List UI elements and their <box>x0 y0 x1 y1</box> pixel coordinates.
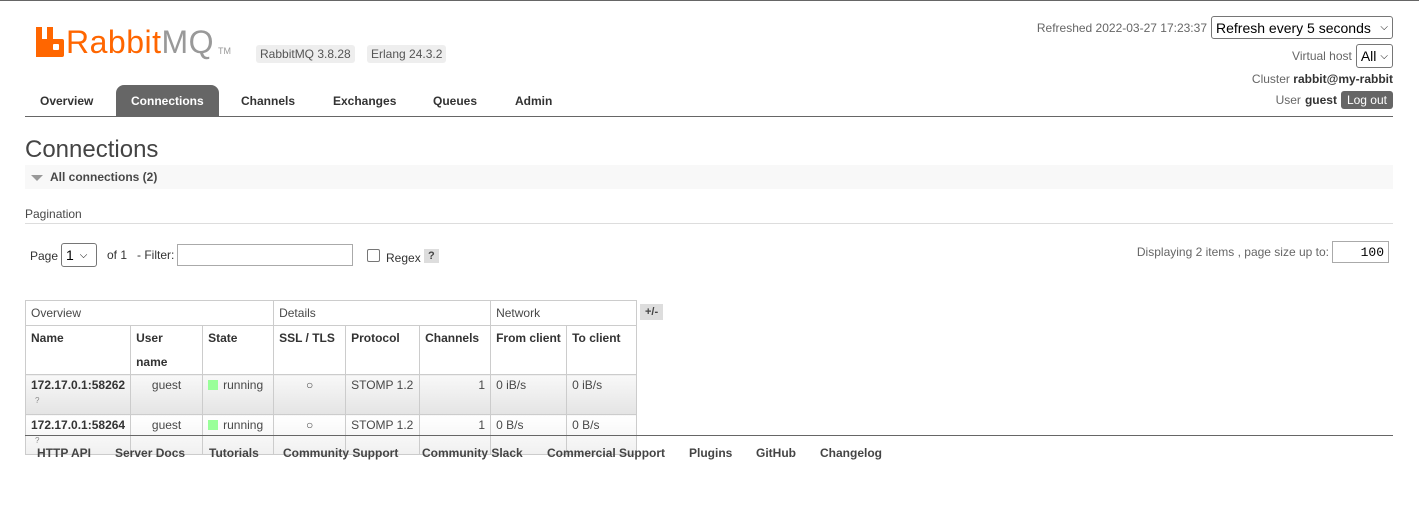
main-nav: Overview Connections Channels Exchanges … <box>25 85 1393 117</box>
tab-queues[interactable]: Queues <box>418 85 492 116</box>
tab-channels[interactable]: Channels <box>226 85 310 116</box>
column-header-ssl-tls[interactable]: SSL / TLS <box>273 325 347 375</box>
table-row: 172.17.0.1:58262 ? guest running ○ STOMP… <box>24 374 638 415</box>
column-header-state[interactable]: State <box>202 325 275 375</box>
page-select[interactable]: 1 ⌵ <box>61 243 97 267</box>
rabbitmq-logo-icon <box>36 27 64 57</box>
group-overview: Overview <box>24 300 275 326</box>
column-header-protocol[interactable]: Protocol <box>345 325 421 375</box>
connections-table: Overview Details Network Name User name … <box>24 300 638 455</box>
footer-link-tutorials[interactable]: Tutorials <box>209 446 259 460</box>
footer-link-github[interactable]: GitHub <box>756 446 796 460</box>
chevron-down-icon: ⌵ <box>1380 50 1388 62</box>
cluster-label: Cluster <box>1251 72 1290 86</box>
state-cell: running <box>202 374 275 415</box>
erlang-version-badge: Erlang 24.3.2 <box>367 45 447 63</box>
to-client-cell: 0 iB/s <box>566 374 638 415</box>
virtual-host-row: Virtual host All ⌵ <box>1292 44 1393 68</box>
user-name-cell: guest <box>130 374 204 415</box>
footer-link-commercial-support[interactable]: Commercial Support <box>547 446 665 460</box>
page-count-label: of 1 <box>107 248 128 262</box>
protocol-cell: STOMP 1.2 <box>345 374 421 415</box>
ssl-tls-cell: ○ <box>273 374 347 415</box>
page-label: Page <box>30 249 59 263</box>
refreshed-timestamp: Refreshed 2022-03-27 17:23:37 <box>1036 20 1207 35</box>
group-network: Network <box>490 300 638 326</box>
footer-link-http-api[interactable]: HTTP API <box>37 446 91 460</box>
column-header-from-client[interactable]: From client <box>490 325 568 375</box>
logo-wordmark: RabbitMQ <box>66 24 215 60</box>
page-title: Connections <box>25 136 159 163</box>
displaying-items-label: Displaying 2 items , page size up to: <box>1136 245 1329 259</box>
regex-checkbox[interactable] <box>367 249 380 262</box>
column-header-name[interactable]: Name <box>24 325 132 375</box>
chevron-down-icon: ⌵ <box>1380 22 1388 33</box>
connection-info-icon[interactable]: ? <box>35 396 125 405</box>
column-header-to-client[interactable]: To client <box>566 325 638 375</box>
cluster-row: Cluster rabbit@my-rabbit <box>1252 72 1393 86</box>
connection-name-link[interactable]: 172.17.0.1:58264 <box>31 418 125 432</box>
column-toggle-button[interactable]: +/- <box>640 304 664 320</box>
filter-input[interactable] <box>177 244 353 266</box>
virtual-host-label: Virtual host <box>1292 49 1352 63</box>
cluster-name: rabbit@my-rabbit <box>1293 72 1393 86</box>
running-status-icon <box>208 420 219 430</box>
page-size-input[interactable]: 100 <box>1332 241 1389 263</box>
tab-overview[interactable]: Overview <box>25 85 108 116</box>
connection-info-icon[interactable]: ? <box>35 436 125 445</box>
filter-label: - Filter: <box>137 248 175 262</box>
tab-exchanges[interactable]: Exchanges <box>318 85 411 116</box>
footer-link-changelog[interactable]: Changelog <box>820 446 882 460</box>
from-client-cell: 0 iB/s <box>490 374 568 415</box>
pagination-label[interactable]: Pagination <box>25 207 82 221</box>
footer-link-plugins[interactable]: Plugins <box>689 446 732 460</box>
regex-help-button[interactable]: ? <box>424 249 439 263</box>
channels-cell: 1 <box>419 374 492 415</box>
column-header-channels[interactable]: Channels <box>419 325 492 375</box>
rabbitmq-version-badge: RabbitMQ 3.8.28 <box>256 45 355 63</box>
collapse-triangle-icon <box>31 175 43 181</box>
footer: HTTP API Server Docs Tutorials Community… <box>25 435 1393 460</box>
pagination-divider <box>25 223 1393 224</box>
footer-link-community-slack[interactable]: Community Slack <box>422 446 523 460</box>
group-details: Details <box>273 300 492 326</box>
rabbitmq-logo[interactable]: RabbitMQ TM <box>36 24 232 60</box>
tab-admin[interactable]: Admin <box>500 85 567 116</box>
running-status-icon <box>208 380 219 390</box>
all-connections-section-toggle[interactable]: All connections (2) <box>25 165 1393 189</box>
footer-link-server-docs[interactable]: Server Docs <box>115 446 185 460</box>
footer-link-community-support[interactable]: Community Support <box>283 446 398 460</box>
column-header-user-name[interactable]: User name <box>130 325 204 375</box>
refresh-interval-select[interactable]: Refresh every 5 seconds ⌵ <box>1211 16 1393 39</box>
trademark-mark: TM <box>218 46 232 56</box>
connection-name-link[interactable]: 172.17.0.1:58262 <box>31 378 125 392</box>
regex-label: Regex <box>386 251 421 265</box>
tab-connections[interactable]: Connections <box>116 85 219 116</box>
refresh-status: Refreshed 2022-03-27 17:23:37 Refresh ev… <box>1037 16 1393 39</box>
section-title: All connections (2) <box>50 170 158 184</box>
virtual-host-select[interactable]: All ⌵ <box>1355 44 1393 68</box>
chevron-down-icon: ⌵ <box>79 249 88 261</box>
connection-name-cell[interactable]: 172.17.0.1:58262 ? <box>24 374 132 415</box>
